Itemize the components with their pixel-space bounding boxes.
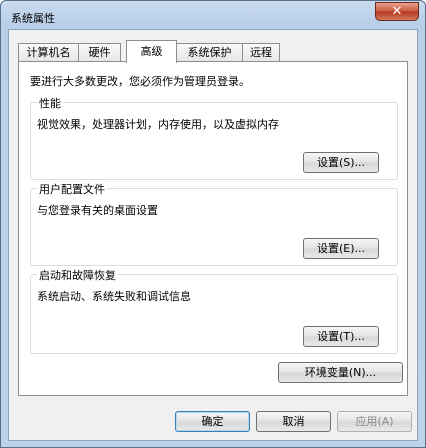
startup-recovery-description: 系统启动、系统失败和调试信息 — [37, 290, 191, 303]
performance-group: 性能 视觉效果，处理器计划，内存使用，以及虚拟内存 设置(S)... — [30, 95, 398, 180]
user-profiles-group-title: 用户配置文件 — [37, 181, 107, 197]
title-bar[interactable]: 系统属性 ✕ — [1, 1, 425, 29]
apply-button[interactable]: 应用(A) — [337, 411, 412, 432]
tab-remote[interactable]: 远程 — [242, 43, 280, 62]
startup-recovery-group-title: 启动和故障恢复 — [37, 267, 118, 283]
tab-advanced[interactable]: 高级 — [126, 40, 177, 63]
user-profiles-settings-button[interactable]: 设置(E)... — [303, 238, 379, 259]
cancel-button[interactable]: 取消 — [256, 411, 331, 432]
startup-recovery-group: 启动和故障恢复 系统启动、系统失败和调试信息 设置(T)... — [30, 267, 398, 354]
close-button[interactable]: ✕ — [375, 2, 419, 21]
performance-settings-button[interactable]: 设置(S)... — [303, 152, 379, 173]
ok-button[interactable]: 确定 — [175, 411, 250, 432]
advanced-tab-panel: 要进行大多数更改，您必须作为管理员登录。 性能 视觉效果，处理器计划，内存使用，… — [18, 61, 408, 396]
performance-description: 视觉效果，处理器计划，内存使用，以及虚拟内存 — [37, 118, 279, 131]
environment-variables-button[interactable]: 环境变量(N)... — [278, 362, 403, 383]
user-profiles-group: 用户配置文件 与您登录有关的桌面设置 设置(E)... — [30, 181, 398, 266]
system-properties-window: 系统属性 ✕ 计算机名 硬件 高级 系统保护 远程 要进行大多数更改，您必须作为… — [0, 0, 426, 448]
admin-notice: 要进行大多数更改，您必须作为管理员登录。 — [30, 75, 250, 88]
tab-system-protection[interactable]: 系统保护 — [176, 43, 243, 62]
performance-group-title: 性能 — [37, 95, 63, 111]
window-title: 系统属性 — [11, 12, 55, 25]
user-profiles-description: 与您登录有关的桌面设置 — [37, 204, 158, 217]
dialog-client-area: 计算机名 硬件 高级 系统保护 远程 要进行大多数更改，您必须作为管理员登录。 … — [8, 29, 418, 441]
tab-computer-name[interactable]: 计算机名 — [18, 43, 79, 62]
tab-hardware[interactable]: 硬件 — [78, 43, 121, 62]
startup-recovery-settings-button[interactable]: 设置(T)... — [303, 326, 379, 347]
close-icon: ✕ — [391, 4, 403, 19]
